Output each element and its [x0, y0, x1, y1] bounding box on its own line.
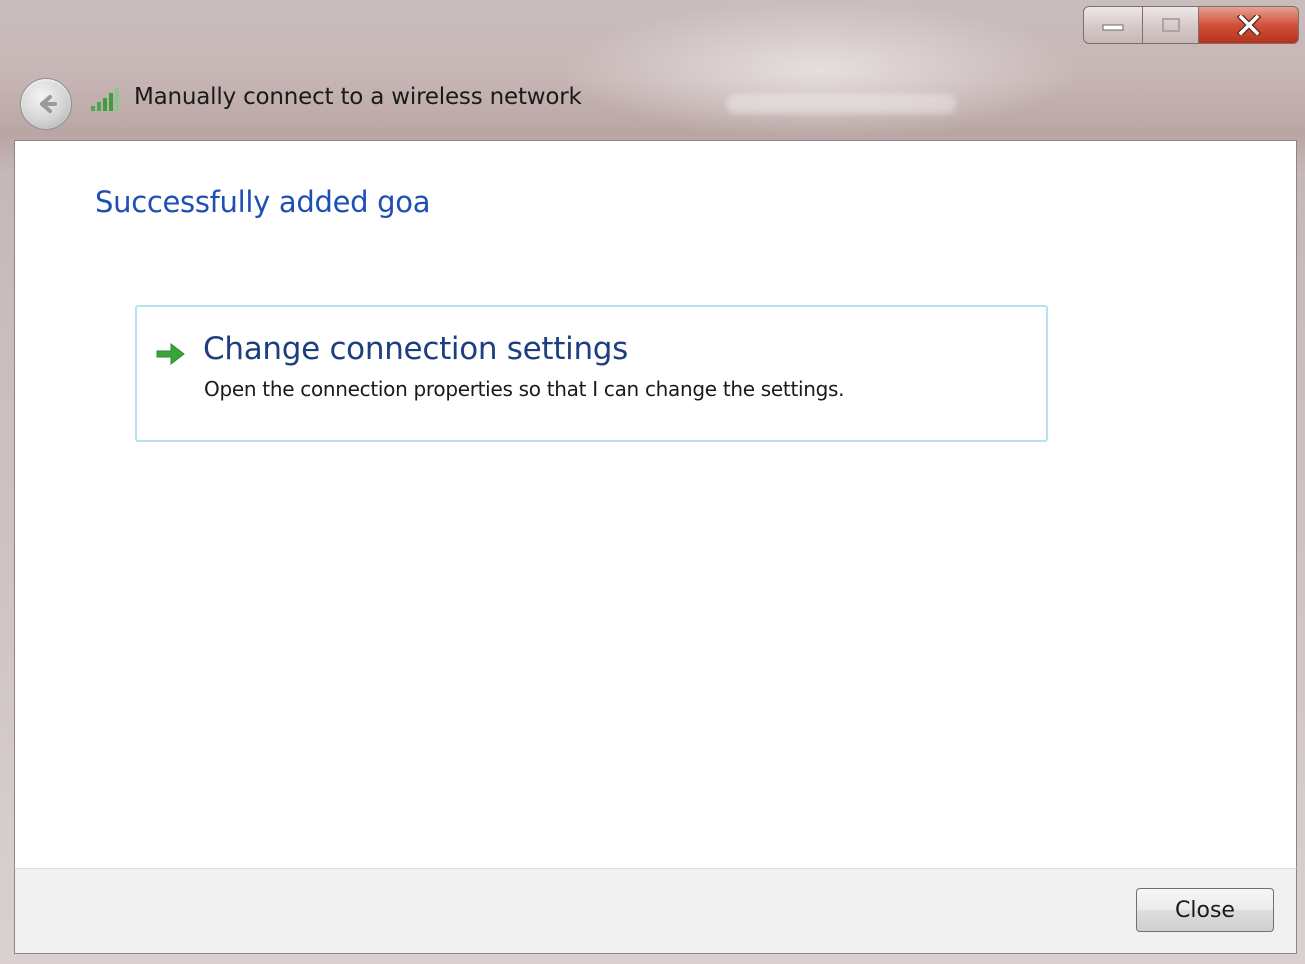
back-button[interactable]	[20, 78, 72, 130]
window-title: Manually connect to a wireless network	[134, 84, 582, 110]
change-connection-settings-option[interactable]: Change connection settings Open the conn…	[135, 305, 1048, 442]
minimize-button[interactable]	[1083, 6, 1143, 44]
window-frame: Manually connect to a wireless network S…	[0, 0, 1305, 964]
maximize-button[interactable]	[1143, 6, 1199, 44]
wireless-signal-icon	[91, 88, 119, 111]
footer-bar: Close	[14, 868, 1297, 954]
close-icon	[1236, 15, 1261, 35]
blurred-caption-text	[726, 94, 956, 114]
green-arrow-icon	[156, 342, 185, 366]
page-heading: Successfully added goa	[95, 185, 431, 219]
close-window-button[interactable]	[1199, 6, 1299, 44]
caption-buttons	[1083, 6, 1299, 46]
title-bar: Manually connect to a wireless network	[0, 0, 1305, 140]
minimize-icon	[1102, 24, 1124, 31]
option-title: Change connection settings	[203, 331, 629, 367]
option-description: Open the connection properties so that I…	[204, 377, 845, 401]
back-arrow-icon	[40, 95, 57, 113]
maximize-icon	[1161, 18, 1180, 32]
close-button[interactable]: Close	[1136, 888, 1274, 932]
content-area: Successfully added goa Change connection…	[14, 140, 1297, 868]
